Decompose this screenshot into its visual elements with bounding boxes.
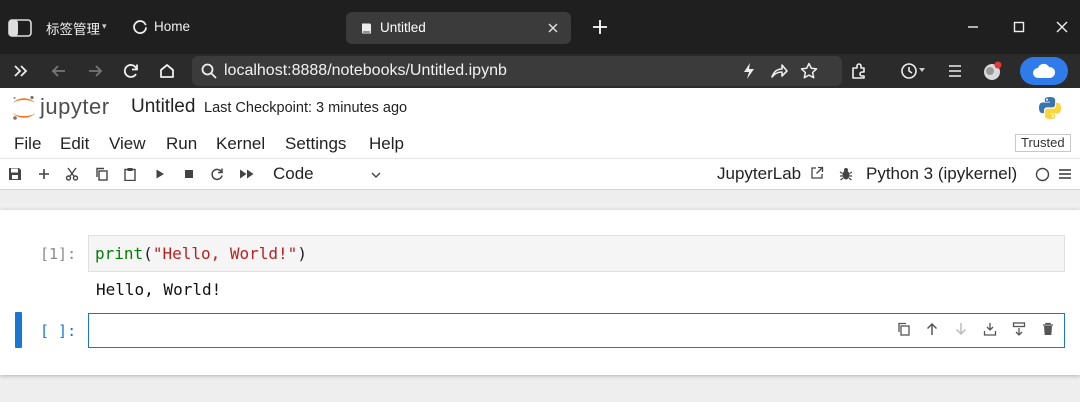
sidebar-toggle-icon[interactable] bbox=[8, 19, 32, 37]
book-icon bbox=[362, 23, 371, 34]
insert-below-icon[interactable] bbox=[1012, 322, 1026, 336]
jupyterlab-link[interactable]: JupyterLab bbox=[717, 164, 801, 184]
menu-run[interactable]: Run bbox=[166, 134, 197, 154]
menu-icon[interactable] bbox=[946, 62, 964, 80]
restart-icon[interactable] bbox=[210, 167, 224, 181]
trusted-badge[interactable]: Trusted bbox=[1015, 134, 1071, 152]
tab-group-label[interactable]: 标签管理 bbox=[46, 18, 100, 38]
duplicate-cell-icon[interactable] bbox=[897, 322, 911, 336]
menu-file[interactable]: File bbox=[14, 134, 41, 154]
copy-icon[interactable] bbox=[95, 167, 109, 181]
jupyter-header: jupyter Untitled Last Checkpoint: 3 minu… bbox=[0, 88, 1080, 128]
menu-bar: File Edit View Run Kernel Settings Help … bbox=[0, 128, 1080, 158]
maximize-icon[interactable] bbox=[1012, 20, 1026, 34]
chevron-down-icon[interactable] bbox=[370, 170, 382, 180]
cell-prompt: [1]: bbox=[40, 245, 77, 263]
run-icon[interactable] bbox=[153, 167, 167, 181]
address-url: localhost:8888/notebooks/Untitled.ipynb bbox=[224, 62, 507, 79]
history-icon[interactable] bbox=[900, 62, 918, 80]
code-paren-open: ( bbox=[143, 244, 153, 263]
cell-output: Hello, World! bbox=[96, 280, 222, 299]
code-paren-close: ) bbox=[297, 244, 307, 263]
paste-icon[interactable] bbox=[123, 167, 137, 181]
tab-home[interactable]: Home bbox=[132, 18, 252, 38]
share-arrow-icon[interactable] bbox=[770, 62, 788, 80]
notebook-toolbar: Code JupyterLab Python 3 (ipykernel) bbox=[0, 158, 1080, 190]
profile-avatar-icon[interactable] bbox=[982, 60, 1004, 82]
back-icon[interactable] bbox=[50, 62, 68, 80]
empty-cell-editor[interactable] bbox=[88, 313, 1065, 348]
python-logo-icon bbox=[1039, 97, 1061, 119]
cloud-icon bbox=[1033, 63, 1056, 78]
toolbar-menu-icon[interactable] bbox=[1058, 167, 1072, 181]
tab-home-label: Home bbox=[154, 19, 191, 34]
browser-tab-strip: 标签管理 ▾ Home Untitled bbox=[0, 0, 1080, 54]
empty-cell-prompt: [ ]: bbox=[40, 322, 77, 340]
kernel-name[interactable]: Python 3 (ipykernel) bbox=[866, 164, 1017, 184]
notebook-title[interactable]: Untitled bbox=[131, 96, 195, 118]
menu-edit[interactable]: Edit bbox=[60, 134, 89, 154]
loading-icon bbox=[133, 20, 147, 34]
cut-icon[interactable] bbox=[65, 167, 79, 181]
delete-cell-icon[interactable] bbox=[1041, 322, 1055, 336]
tab-untitled-label: Untitled bbox=[380, 20, 426, 35]
kernel-status-icon bbox=[1035, 167, 1050, 182]
bug-icon[interactable] bbox=[839, 167, 853, 181]
fast-forward-icon[interactable] bbox=[239, 167, 255, 181]
code-function: print bbox=[95, 244, 144, 263]
menu-help[interactable]: Help bbox=[369, 134, 404, 154]
jupyter-logo-icon[interactable] bbox=[10, 94, 38, 122]
external-link-icon[interactable] bbox=[810, 166, 824, 180]
move-up-icon[interactable] bbox=[925, 322, 939, 336]
cloud-sync-button[interactable] bbox=[1020, 57, 1068, 85]
forward-icon[interactable] bbox=[86, 62, 104, 80]
menu-settings[interactable]: Settings bbox=[285, 134, 346, 154]
history-caret-icon[interactable] bbox=[918, 66, 926, 74]
new-tab-icon[interactable] bbox=[592, 19, 608, 35]
extensions-icon[interactable] bbox=[850, 62, 868, 80]
notebook-panel: [1]: print("Hello, World!") Hello, World… bbox=[0, 210, 1080, 375]
tab-group-caret-icon[interactable]: ▾ bbox=[102, 21, 107, 32]
active-cell-indicator[interactable] bbox=[15, 312, 22, 348]
window-close-icon[interactable] bbox=[1055, 20, 1069, 34]
jupyter-brand[interactable]: jupyter bbox=[40, 94, 110, 120]
code-line: print("Hello, World!") bbox=[95, 244, 307, 263]
reload-icon[interactable] bbox=[122, 62, 140, 80]
browser-toolbar: localhost:8888/notebooks/Untitled.ipynb bbox=[0, 54, 1080, 88]
insert-above-icon[interactable] bbox=[983, 322, 997, 336]
last-checkpoint-text: Last Checkpoint: 3 minutes ago bbox=[204, 100, 408, 116]
minimize-icon[interactable] bbox=[966, 20, 980, 34]
code-cell-editor[interactable]: print("Hello, World!") bbox=[88, 235, 1065, 272]
lightning-icon[interactable] bbox=[740, 62, 758, 80]
cell-type-select[interactable]: Code bbox=[273, 164, 314, 184]
tab-untitled[interactable]: Untitled bbox=[346, 12, 571, 44]
stop-icon[interactable] bbox=[182, 167, 196, 181]
search-icon bbox=[201, 63, 217, 79]
move-down-icon[interactable] bbox=[954, 322, 968, 336]
home-icon[interactable] bbox=[158, 62, 176, 80]
menu-view[interactable]: View bbox=[109, 134, 146, 154]
code-string: "Hello, World!" bbox=[152, 244, 298, 263]
double-chevron-right-icon[interactable] bbox=[12, 62, 30, 80]
menu-kernel[interactable]: Kernel bbox=[216, 134, 265, 154]
save-icon[interactable] bbox=[8, 167, 22, 181]
close-tab-icon[interactable] bbox=[547, 22, 559, 34]
add-cell-icon[interactable] bbox=[37, 167, 51, 181]
star-icon[interactable] bbox=[800, 62, 818, 80]
